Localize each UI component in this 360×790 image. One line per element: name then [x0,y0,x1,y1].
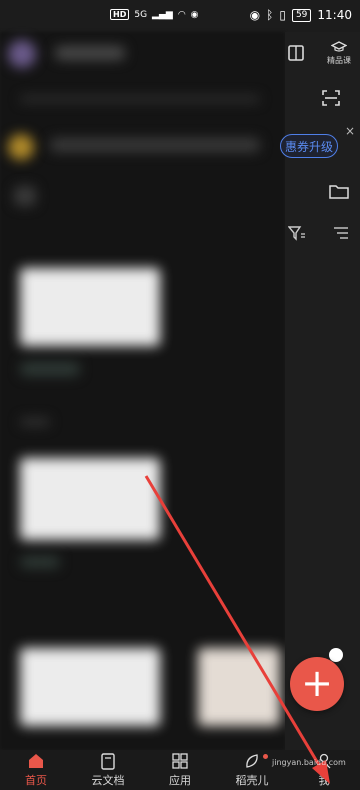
watermark-text: jingyan.baidu.com [272,758,346,767]
bluetooth-icon: ᛒ [266,8,274,22]
drawer-doc-thumbnail-3 [20,648,160,726]
network-label: 5G [134,9,148,20]
nav-label-docer: 稻壳儿 [235,774,269,787]
drawer-doc-thumbnail-4 [198,648,280,726]
drawer-membership-text [50,138,260,152]
folder-icon[interactable] [327,180,351,202]
nav-item-me[interactable]: 我 [288,750,360,790]
drawer-doc-line-1 [20,418,50,426]
drawer-line [20,96,260,102]
filter-icon[interactable] [285,222,309,244]
nav-label-me: 我 [318,774,330,787]
drawer-doc-meta-1 [20,362,80,376]
upgrade-button[interactable]: 惠券升级 [280,134,338,158]
drawer-username [55,46,125,60]
drawer-doc-thumbnail-1 [20,268,160,346]
nav-item-home[interactable]: 首页 [0,750,72,790]
battery-indicator: 59 [291,8,312,22]
nav-item-apps[interactable]: 应用 [144,750,216,790]
signal-icon: ▂▄▆ [152,9,173,20]
status-bar: HD 5G ▂▄▆ ◠ ◉ ◉ ᛒ ▯ 59 11:40 [0,0,360,32]
eye-icon: ◉ [249,8,261,22]
banner-close-icon[interactable]: × [345,124,355,138]
document-icon [99,752,117,770]
nav-item-docer[interactable]: 稻壳儿 [216,750,288,790]
drawer-membership-icon [8,134,34,160]
nav-item-cloud-docs[interactable]: 云文档 [72,750,144,790]
drawer-avatar [8,40,36,68]
status-left-icons: HD 5G ▂▄▆ ◠ ◉ [110,9,199,20]
nav-label-home: 首页 [25,774,47,787]
drawer-small-icon [14,186,36,206]
bottom-nav: 首页 云文档 应用 稻壳儿 我 [0,750,360,790]
scan-icon[interactable] [320,88,342,108]
apps-grid-icon [171,752,189,770]
fab-badge-icon [329,648,343,662]
drawer-doc-thumbnail-2 [20,458,160,540]
leaf-icon [243,752,261,770]
sidebar-toggle-icon[interactable] [285,42,307,64]
premium-course-button[interactable]: 精品课 [322,40,356,66]
premium-course-label: 精品课 [327,55,351,65]
home-icon [27,752,45,770]
create-new-button[interactable]: + [290,657,344,711]
wechat-icon: ◉ [190,9,199,20]
hd-icon: HD [110,9,130,20]
nav-label-cloud-docs: 云文档 [91,774,125,787]
vibrate-icon: ▯ [279,8,286,22]
nav-label-apps: 应用 [169,774,191,787]
wifi-icon: ◠ [177,9,186,20]
graduation-cap-icon [330,40,348,56]
notification-dot [263,754,268,759]
sort-icon[interactable] [330,222,352,244]
status-right-icons: ◉ ᛒ ▯ 59 11:40 [250,8,352,22]
status-time: 11:40 [317,8,352,22]
drawer-doc-meta-2 [20,556,60,568]
